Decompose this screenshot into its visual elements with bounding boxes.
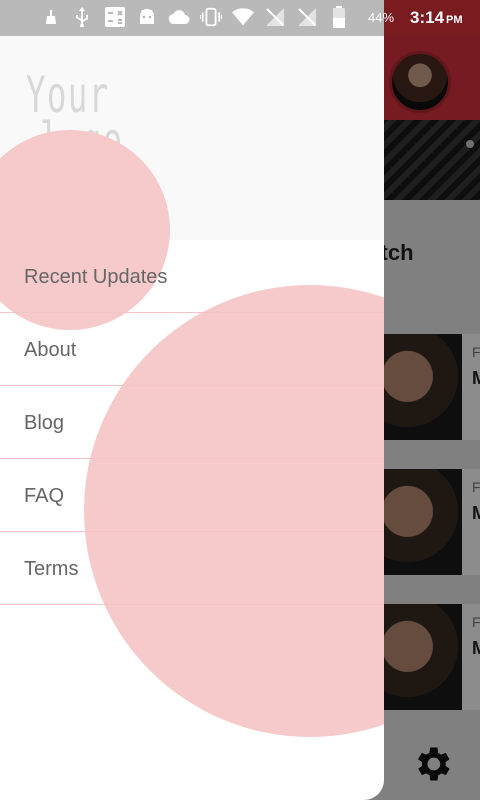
menu-item-blog[interactable]: Blog — [0, 386, 384, 459]
calculator-icon — [104, 6, 126, 28]
cleaner-icon — [40, 6, 62, 28]
cloud-icon — [168, 6, 190, 28]
menu-item-terms[interactable]: Terms — [0, 532, 384, 605]
navigation-drawer: Your logo Recent Updates About Blog FAQ … — [0, 0, 384, 800]
vibrate-icon — [200, 6, 222, 28]
clock-time: 3:14 — [410, 8, 445, 27]
wifi-icon — [232, 6, 254, 28]
menu-item-label: Blog — [24, 412, 65, 434]
clock: 3:14 PM — [410, 8, 463, 28]
menu-item-label: About — [24, 339, 77, 361]
clock-suffix: PM — [446, 14, 463, 26]
battery-percent: 44% — [368, 10, 395, 25]
menu-item-faq[interactable]: FAQ — [0, 459, 384, 532]
no-signal-icon — [296, 6, 318, 28]
menu-item-recent-updates[interactable]: Recent Updates — [0, 240, 384, 313]
menu-item-label: FAQ — [24, 485, 65, 507]
no-signal-icon — [264, 6, 286, 28]
android-icon — [136, 6, 158, 28]
battery-icon — [328, 6, 350, 28]
menu-item-label: Terms — [24, 558, 79, 580]
drawer-menu: Recent Updates About Blog FAQ Terms — [0, 240, 384, 605]
status-bar: 44% 3:14 PM — [0, 0, 480, 36]
menu-item-label: Recent Updates — [24, 266, 168, 288]
usb-icon — [72, 6, 94, 28]
menu-item-about[interactable]: About — [0, 313, 384, 386]
